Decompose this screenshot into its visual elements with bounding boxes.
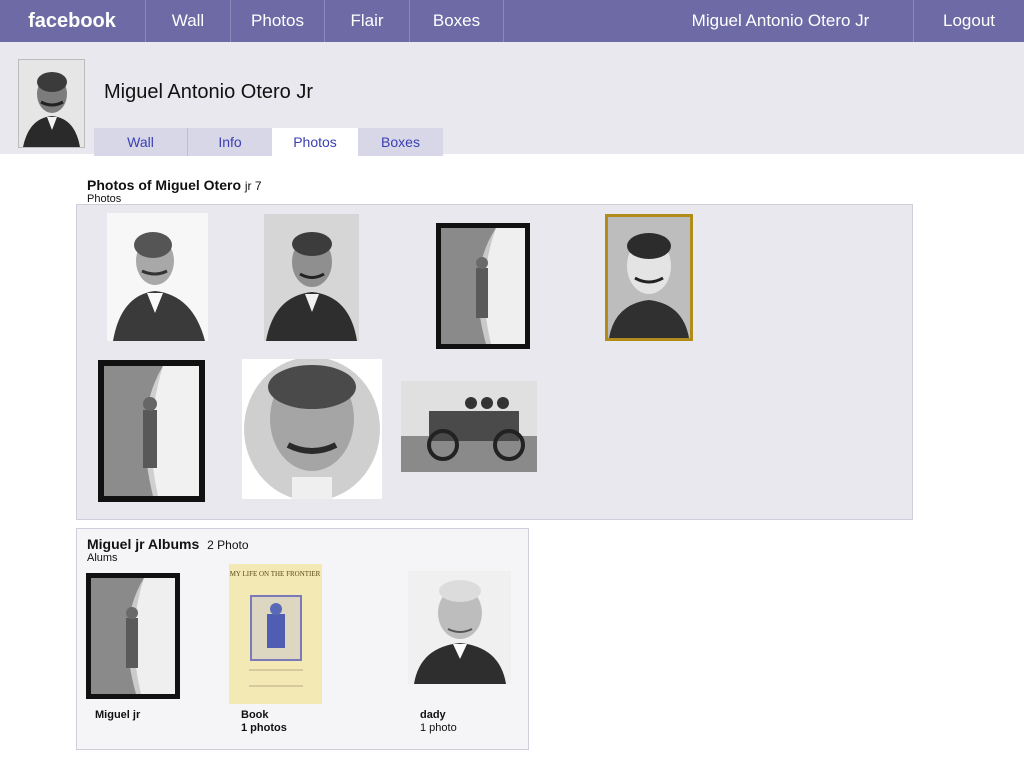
photo-thumbnail[interactable]	[98, 360, 205, 502]
album-label[interactable]: Book	[241, 709, 269, 721]
photo-thumbnail[interactable]	[436, 223, 530, 349]
album-cover-book[interactable]: MY LIFE ON THE FRONTIER	[229, 564, 322, 704]
tab-wall[interactable]: Wall	[94, 128, 187, 156]
logout-link[interactable]: Logout	[914, 0, 1024, 42]
albums-count: 2 Photo	[207, 538, 249, 552]
album-photo-count: 1 photos	[241, 722, 287, 734]
photo-thumbnail[interactable]	[107, 213, 208, 341]
profile-avatar[interactable]	[18, 59, 85, 148]
albums-title-text: Miguel jr Albums	[87, 536, 200, 552]
nav-profile-link[interactable]: Miguel Antonio Otero Jr	[648, 0, 913, 42]
tab-photos[interactable]: Photos	[272, 128, 358, 156]
profile-name: Miguel Antonio Otero Jr	[104, 81, 313, 103]
nav-flair-link[interactable]: Flair	[325, 0, 409, 42]
photo-thumbnail[interactable]	[401, 381, 537, 472]
nav-wall-link[interactable]: Wall	[146, 0, 230, 42]
album-label[interactable]: Miguel jr	[95, 709, 140, 721]
album-label[interactable]: dady	[420, 709, 446, 721]
photo-thumbnail[interactable]	[242, 359, 382, 499]
photo-thumbnail[interactable]	[605, 214, 693, 341]
facebook-logo-link[interactable]: facebook	[18, 0, 126, 42]
book-title-text: MY LIFE ON THE FRONTIER	[230, 570, 321, 578]
album-cover-dady[interactable]	[408, 571, 511, 684]
nav-photos-link[interactable]: Photos	[231, 0, 324, 42]
tab-info[interactable]: Info	[188, 128, 272, 156]
albums-section-subtitle: Alums	[87, 552, 118, 564]
photos-title-text: Photos of Miguel Otero	[87, 177, 241, 193]
photos-count: jr 7	[244, 179, 262, 193]
photos-section-title: Photos of Miguel Otero jr 7	[87, 177, 262, 193]
nav-boxes-link[interactable]: Boxes	[410, 0, 503, 42]
album-cover-miguel-jr[interactable]	[86, 573, 180, 699]
album-photo-count: 1 photo	[420, 722, 457, 734]
tab-boxes[interactable]: Boxes	[358, 128, 443, 156]
albums-section-title: Miguel jr Albums 2 Photo	[87, 536, 249, 552]
profile-header: Miguel Antonio Otero Jr Wall Info Photos…	[0, 42, 1024, 156]
top-navigation-bar: facebook Wall Photos Flair Boxes Miguel …	[0, 0, 1024, 42]
nav-divider	[503, 0, 504, 42]
photo-thumbnail[interactable]	[264, 214, 359, 341]
